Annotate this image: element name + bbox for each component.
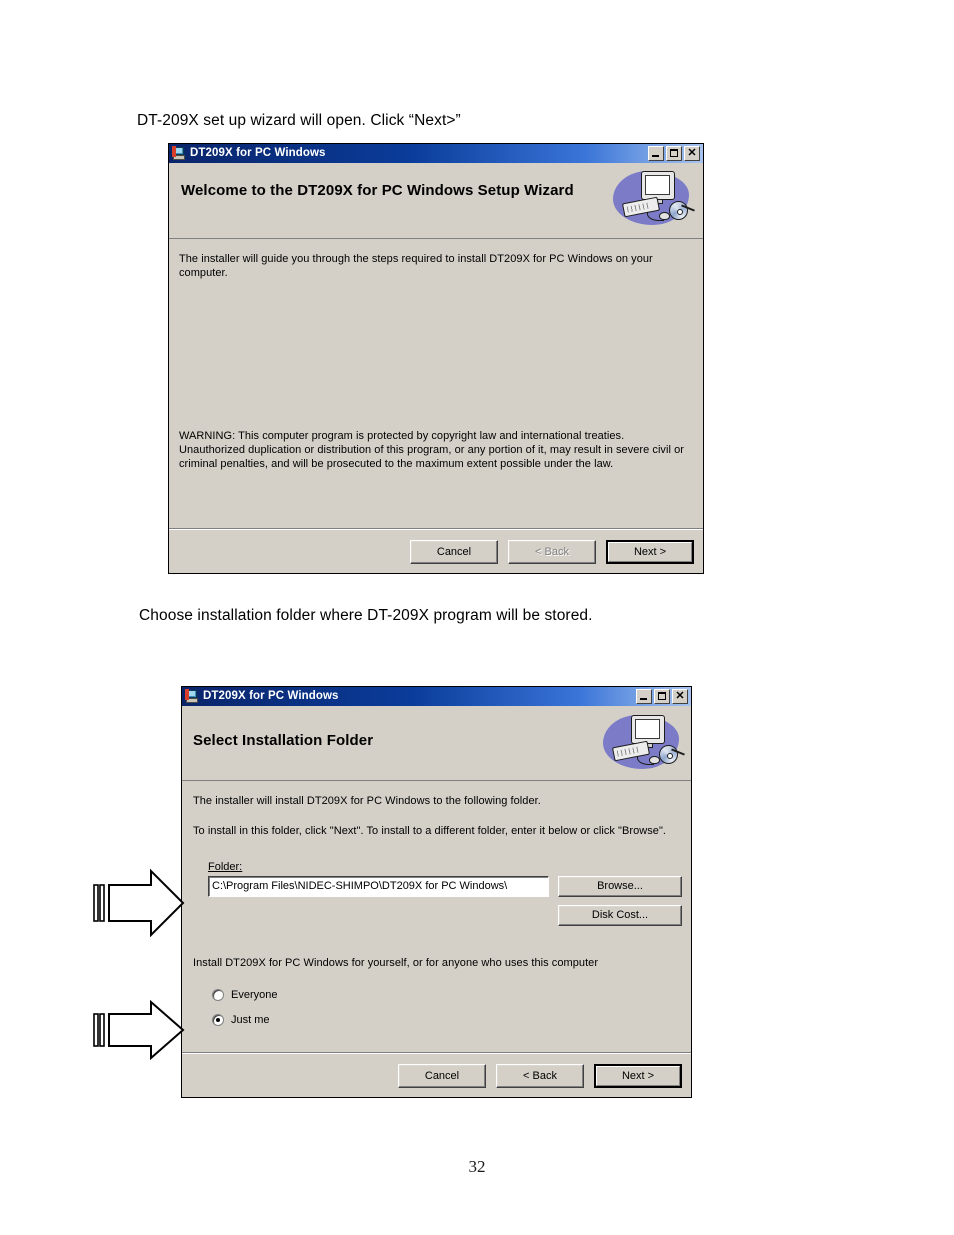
installer-icon	[185, 689, 200, 704]
cancel-button[interactable]: Cancel	[398, 1064, 486, 1088]
folder-path-input[interactable]: C:\Program Files\NIDEC-SHIMPO\DT209X for…	[208, 876, 549, 897]
back-button[interactable]: < Back	[496, 1064, 584, 1088]
instruction-text-wizard: DT-209X set up wizard will open. Click “…	[137, 112, 461, 129]
banner-heading: Welcome to the DT209X for PC Windows Set…	[181, 182, 574, 199]
window-controls: ✕	[636, 689, 689, 704]
instruction-text-folder: Choose installation folder where DT-209X…	[139, 607, 593, 624]
next-button-label: Next >	[621, 1070, 655, 1082]
footer-folder: Cancel < Back Next >	[182, 1052, 691, 1097]
installer-dialog-welcome: DT209X for PC Windows ✕ Welcome to the D…	[168, 143, 704, 574]
body-panel-welcome: The installer will guide you through the…	[169, 239, 703, 529]
disk-cost-button[interactable]: Disk Cost...	[558, 905, 682, 926]
banner-heading: Select Installation Folder	[193, 732, 374, 749]
pointer-arrow-scope-radio	[93, 1000, 185, 1060]
computer-cd-icon	[601, 711, 687, 775]
installer-dialog-folder: DT209X for PC Windows ✕ Select Installat…	[181, 686, 692, 1098]
footer-welcome: Cancel < Back Next >	[169, 528, 703, 573]
radio-everyone-label: Everyone	[231, 989, 278, 1001]
folder-info-line-1: The installer will install DT209X for PC…	[193, 795, 541, 807]
pointer-arrow-folder-field	[93, 868, 185, 938]
install-scope-prompt: Install DT209X for PC Windows for yourse…	[193, 957, 599, 969]
close-icon[interactable]: ✕	[672, 689, 688, 704]
radio-everyone-icon[interactable]	[212, 989, 224, 1001]
page-number: 32	[468, 1157, 486, 1176]
minimize-icon[interactable]	[636, 689, 652, 704]
body-panel-folder: The installer will install DT209X for PC…	[182, 781, 691, 1053]
banner-welcome: Welcome to the DT209X for PC Windows Set…	[169, 163, 703, 239]
maximize-icon[interactable]	[654, 689, 670, 704]
folder-info-line-2: To install in this folder, click "Next".…	[193, 825, 667, 837]
button-row-folder: Cancel < Back Next >	[398, 1064, 682, 1088]
radio-just-me-icon[interactable]	[212, 1014, 224, 1026]
window-controls: ✕	[648, 146, 701, 161]
welcome-intro-text: The installer will guide you through the…	[179, 253, 653, 279]
next-button[interactable]: Next >	[606, 540, 694, 564]
radio-just-me-label: Just me	[231, 1014, 270, 1026]
installer-icon	[172, 146, 187, 161]
titlebar-folder: DT209X for PC Windows ✕	[182, 687, 691, 706]
window-title: DT209X for PC Windows	[190, 147, 326, 159]
folder-field-label-text: Folder:	[208, 861, 243, 873]
folder-field-label: Folder:	[208, 861, 242, 873]
back-button: < Back	[508, 540, 596, 564]
cancel-button[interactable]: Cancel	[410, 540, 498, 564]
next-button-label: Next >	[633, 546, 667, 558]
computer-cd-icon	[611, 167, 697, 231]
maximize-icon[interactable]	[666, 146, 682, 161]
next-button[interactable]: Next >	[594, 1064, 682, 1088]
browse-button[interactable]: Browse...	[558, 876, 682, 897]
minimize-icon[interactable]	[648, 146, 664, 161]
radio-option-everyone[interactable]: Everyone	[212, 989, 277, 1001]
button-row-welcome: Cancel < Back Next >	[410, 540, 694, 564]
radio-option-just-me[interactable]: Just me	[212, 1014, 270, 1026]
banner-folder: Select Installation Folder	[182, 706, 691, 781]
welcome-warning-text: WARNING: This computer program is protec…	[179, 430, 684, 470]
window-title: DT209X for PC Windows	[203, 690, 339, 702]
titlebar-welcome: DT209X for PC Windows ✕	[169, 144, 703, 163]
close-icon[interactable]: ✕	[684, 146, 700, 161]
